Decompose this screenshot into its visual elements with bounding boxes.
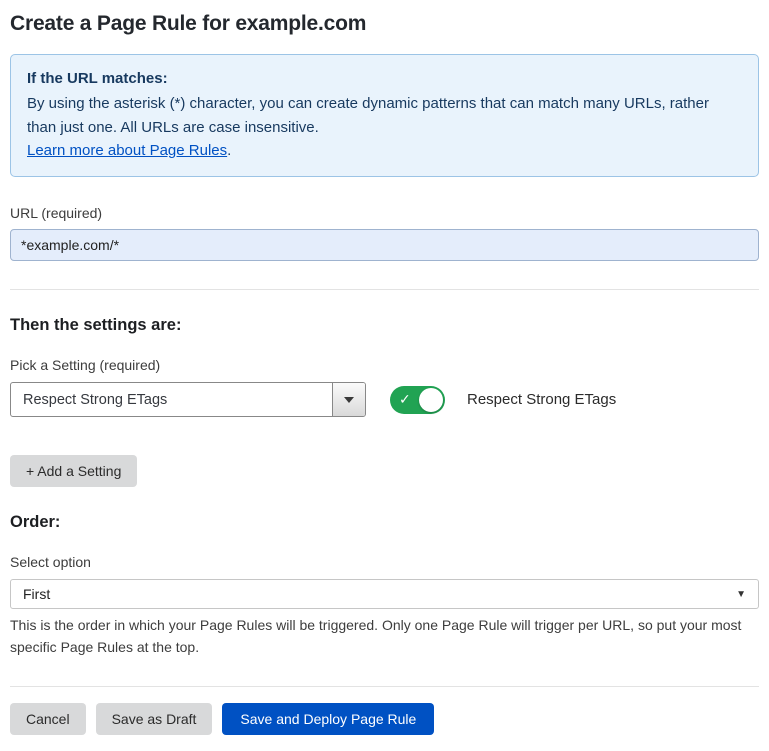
chevron-down-icon bbox=[344, 397, 354, 403]
link-period: . bbox=[227, 142, 231, 159]
url-input[interactable] bbox=[10, 229, 759, 261]
info-box-heading: If the URL matches: bbox=[27, 67, 742, 90]
order-help-text: This is the order in which your Page Rul… bbox=[10, 615, 755, 658]
pick-setting-label: Pick a Setting (required) bbox=[10, 357, 759, 373]
page-title: Create a Page Rule for example.com bbox=[10, 12, 759, 36]
cancel-button[interactable]: Cancel bbox=[10, 703, 86, 735]
setting-row: Respect Strong ETags ✓ Respect Strong ET… bbox=[10, 382, 759, 417]
order-label: Select option bbox=[10, 554, 759, 570]
setting-select-value: Respect Strong ETags bbox=[11, 383, 332, 416]
order-select[interactable]: First ▼ bbox=[10, 579, 759, 609]
etags-toggle[interactable]: ✓ bbox=[390, 386, 445, 414]
footer-actions: Cancel Save as Draft Save and Deploy Pag… bbox=[10, 703, 759, 735]
url-label: URL (required) bbox=[10, 205, 759, 221]
setting-select[interactable]: Respect Strong ETags bbox=[10, 382, 366, 417]
divider bbox=[10, 289, 759, 290]
learn-more-link[interactable]: Learn more about Page Rules bbox=[27, 142, 227, 159]
setting-select-caret-button[interactable] bbox=[332, 383, 365, 416]
order-heading: Order: bbox=[10, 513, 759, 532]
add-setting-button[interactable]: + Add a Setting bbox=[10, 455, 137, 487]
info-box-link-row: Learn more about Page Rules. bbox=[27, 139, 742, 162]
info-box-body: By using the asterisk (*) character, you… bbox=[27, 92, 727, 139]
page-rule-form: Create a Page Rule for example.com If th… bbox=[10, 12, 759, 735]
order-select-value: First bbox=[23, 586, 50, 602]
chevron-down-icon: ▼ bbox=[736, 589, 746, 600]
toggle-knob bbox=[419, 388, 443, 412]
divider bbox=[10, 686, 759, 687]
toggle-label: Respect Strong ETags bbox=[467, 391, 616, 408]
save-deploy-button[interactable]: Save and Deploy Page Rule bbox=[222, 703, 434, 735]
save-draft-button[interactable]: Save as Draft bbox=[96, 703, 213, 735]
settings-heading: Then the settings are: bbox=[10, 316, 759, 335]
check-icon: ✓ bbox=[399, 391, 411, 408]
info-box: If the URL matches: By using the asteris… bbox=[10, 54, 759, 177]
